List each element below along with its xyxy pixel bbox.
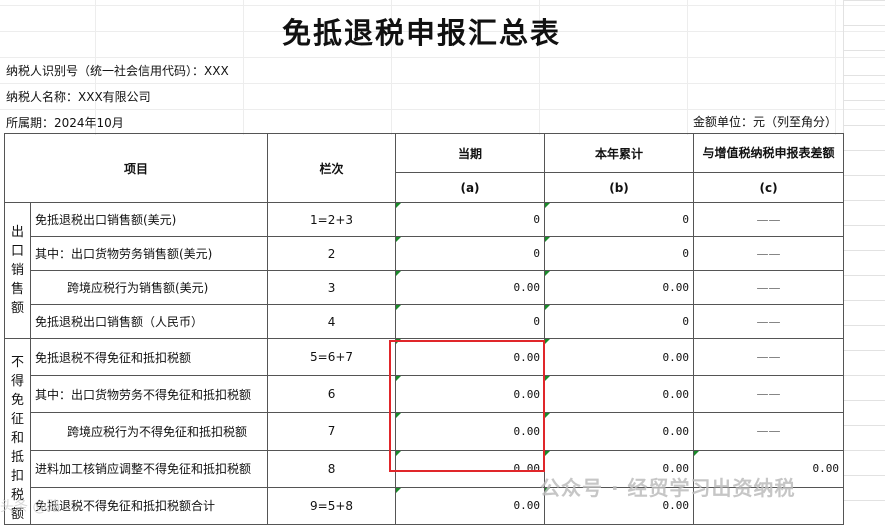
- table-row: 免抵退税出口销售额（人民币） 4 0 0 ——: [5, 304, 845, 339]
- header-line: 栏次: [267, 133, 397, 203]
- row-line[interactable]: 8: [267, 449, 397, 488]
- row-current[interactable]: 0.00: [395, 337, 546, 377]
- row-ytd[interactable]: 0.00: [544, 375, 695, 414]
- row-diff[interactable]: ——: [693, 375, 845, 414]
- row-line[interactable]: 3: [267, 270, 397, 305]
- header-diff: 与增值税纳税申报表差额: [693, 133, 845, 173]
- row-item[interactable]: 免抵退税不得免征和抵扣税额合计: [29, 486, 269, 525]
- row-item[interactable]: 免抵退税出口销售额（人民币）: [29, 304, 269, 339]
- row-ytd[interactable]: 0.00: [544, 270, 695, 305]
- row-ytd[interactable]: 0.00: [544, 412, 695, 451]
- watermark: 公众号 · 经贸学习出资纳税: [540, 476, 796, 500]
- row-current[interactable]: 0.00: [395, 449, 546, 488]
- row-line[interactable]: 7: [267, 412, 397, 451]
- row-diff[interactable]: ——: [693, 412, 845, 451]
- header-col-b: (b): [544, 172, 695, 203]
- row-current[interactable]: 0.00: [395, 375, 546, 414]
- amount-unit[interactable]: 金额单位：元（列至角分）: [693, 113, 837, 130]
- row-line[interactable]: 9=5+8: [267, 486, 397, 525]
- header-col-a: (a): [395, 172, 546, 203]
- table-row: 其中：出口货物劳务不得免征和抵扣税额 6 0.00 0.00 ——: [5, 375, 845, 414]
- row-line[interactable]: 5=6+7: [267, 337, 397, 377]
- row-diff[interactable]: ——: [693, 236, 845, 271]
- header-item: 项目: [3, 133, 269, 203]
- row-ytd[interactable]: 0: [544, 236, 695, 271]
- row-line[interactable]: 6: [267, 375, 397, 414]
- row-diff[interactable]: ——: [693, 202, 845, 237]
- row-current[interactable]: 0.00: [395, 270, 546, 305]
- row-item[interactable]: 其中：出口货物劳务销售额(美元): [29, 236, 269, 271]
- row-item[interactable]: 跨境应税行为不得免征和抵扣税额: [29, 412, 269, 451]
- taxpayer-id[interactable]: 纳税人识别号（统一社会信用代码）：XXX: [6, 62, 229, 79]
- row-current[interactable]: 0: [395, 236, 546, 271]
- header-current: 当期: [395, 133, 546, 173]
- row-diff[interactable]: ——: [693, 304, 845, 339]
- row-current[interactable]: 0.00: [395, 412, 546, 451]
- row-diff[interactable]: ——: [693, 270, 845, 305]
- row-item[interactable]: 其中：出口货物劳务不得免征和抵扣税额: [29, 375, 269, 414]
- group-export-label: 出口销售额: [10, 225, 24, 316]
- table-row: 跨境应税行为销售额(美元) 3 0.00 0.00 ——: [5, 270, 845, 305]
- sheet-gridlines-right: [843, 0, 885, 520]
- report-title: 免抵退税申报汇总表: [281, 16, 561, 50]
- row-line[interactable]: 4: [267, 304, 397, 339]
- row-item[interactable]: 免抵退税出口销售额(美元): [29, 202, 269, 237]
- row-line[interactable]: 2: [267, 236, 397, 271]
- group-export: 出口销售额: [4, 202, 31, 339]
- table-row: 出口销售额 免抵退税出口销售额(美元) 1=2+3 0 0 ——: [4, 202, 845, 339]
- table-row: 不得免征和抵扣税额 免抵退税不得免征和抵扣税额 5=6+7 0.00 0.00 …: [4, 337, 845, 525]
- header-col-c: (c): [693, 172, 845, 203]
- row-current[interactable]: 0: [395, 202, 546, 237]
- table-row: 跨境应税行为不得免征和抵扣税额 7 0.00 0.00 ——: [5, 412, 845, 451]
- row-line[interactable]: 1=2+3: [267, 202, 397, 237]
- row-current[interactable]: 0.00: [395, 486, 546, 525]
- row-item[interactable]: 跨境应税行为销售额(美元): [29, 270, 269, 305]
- row-item[interactable]: 进料加工核销应调整不得免征和抵扣税额: [29, 449, 269, 488]
- tax-period[interactable]: 所属期：2024年10月: [6, 114, 124, 131]
- row-item[interactable]: 免抵退税不得免征和抵扣税额: [29, 337, 269, 377]
- row-ytd[interactable]: 0: [544, 202, 695, 237]
- watermark-secondary: 头条 @路: [0, 499, 61, 515]
- header-ytd: 本年累计: [544, 133, 695, 173]
- row-ytd[interactable]: 0.00: [544, 337, 695, 377]
- row-current[interactable]: 0: [395, 304, 546, 339]
- row-diff[interactable]: ——: [693, 337, 845, 377]
- summary-table: 项目 栏次 当期 本年累计 与增值税纳税申报表差额 (a) (b) (c) 出口…: [3, 133, 845, 525]
- row-ytd[interactable]: 0: [544, 304, 695, 339]
- taxpayer-name[interactable]: 纳税人名称：XXX有限公司: [6, 88, 151, 105]
- table-row: 其中：出口货物劳务销售额(美元) 2 0 0 ——: [5, 236, 845, 271]
